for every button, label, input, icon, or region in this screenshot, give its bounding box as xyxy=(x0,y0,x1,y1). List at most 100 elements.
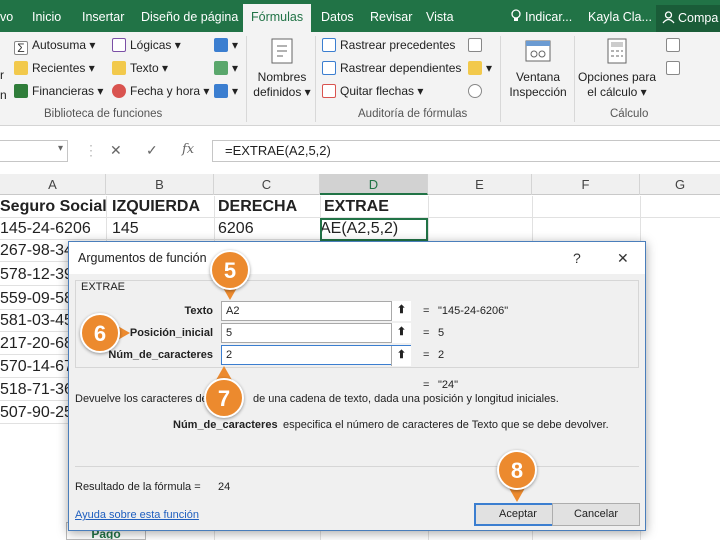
tab-page-layout[interactable]: Diseño de página xyxy=(141,0,238,32)
function-name: EXTRAE xyxy=(81,281,126,293)
insert-function-partial-1[interactable]: r xyxy=(0,66,4,84)
text-functions-button[interactable]: Texto ▾ xyxy=(112,59,168,77)
cell-a2[interactable]: 145-24-6206 xyxy=(0,218,106,240)
function-arguments-dialog: Argumentos de función ? ✕ EXTRAE Texto A… xyxy=(68,241,646,531)
tab-view[interactable]: Vista xyxy=(426,0,454,32)
more-functions-button[interactable]: ▾ xyxy=(214,82,238,100)
help-icon[interactable]: ? xyxy=(573,242,581,274)
lookup-button[interactable]: ▾ xyxy=(214,36,238,54)
arg-help-text: especifica el número de caracteres de Te… xyxy=(283,419,609,431)
enter-icon[interactable]: ✓ xyxy=(146,142,158,159)
chevron-down-icon[interactable]: ▾ xyxy=(58,143,63,154)
cell-a1[interactable]: Seguro Social xyxy=(0,196,106,218)
tell-me-box[interactable]: Indicar... xyxy=(510,0,572,32)
column-header-b[interactable]: B xyxy=(106,174,214,195)
column-header-f[interactable]: F xyxy=(532,174,640,195)
column-header-e[interactable]: E xyxy=(428,174,532,195)
cell-a3[interactable]: 267-98-34 xyxy=(0,240,68,262)
text-icon xyxy=(112,61,126,75)
evaluate-formula-button[interactable] xyxy=(468,82,486,100)
cell-c2[interactable]: 6206 xyxy=(214,218,320,240)
calculate-sheet-icon xyxy=(666,61,680,75)
collapse-dialog-icon[interactable]: ⬆ xyxy=(391,346,411,366)
autosum-button[interactable]: Σ Autosuma ▾ xyxy=(14,36,95,55)
group-label-function-library: Biblioteca de funciones xyxy=(44,108,163,120)
column-header-a[interactable]: A xyxy=(0,174,106,195)
ribbon-separator xyxy=(246,36,247,122)
cell-a4[interactable]: 578-12-39 xyxy=(0,264,68,286)
logical-button[interactable]: Lógicas ▾ xyxy=(112,36,181,54)
formula-input[interactable]: =EXTRAE(A2,5,2) xyxy=(212,140,720,162)
tab-home[interactable]: Inicio xyxy=(32,0,61,32)
arg-input-texto[interactable]: A2 xyxy=(221,301,411,321)
arg-input-num-de-caracteres[interactable]: 2 xyxy=(221,345,411,365)
dialog-title: Argumentos de función xyxy=(69,242,645,274)
fbar-grip-icon: ⋮ xyxy=(84,142,98,158)
function-description-left: Devuelve los caracteres de xyxy=(75,393,208,405)
formula-bar: ▾ ⋮ ✕ ✓ fx =EXTRAE(A2,5,2) xyxy=(0,136,720,166)
watch-window-label-2: Inspección xyxy=(509,85,567,99)
column-header-d[interactable]: D xyxy=(320,174,428,195)
show-formulas-button[interactable] xyxy=(468,36,486,54)
row1-empty-cells[interactable] xyxy=(428,196,720,218)
tab-formulas[interactable]: Fórmulas xyxy=(243,4,312,32)
cell-a10[interactable]: 507-90-25 xyxy=(0,402,68,424)
calculate-sheet-button[interactable] xyxy=(666,59,684,77)
callout-5: 5 xyxy=(210,250,250,290)
cell-c1[interactable]: DERECHA xyxy=(214,196,320,218)
math-button[interactable]: ▾ xyxy=(214,59,238,77)
name-box[interactable]: ▾ xyxy=(0,140,68,162)
cell-b1[interactable]: IZQUIERDA xyxy=(106,196,214,218)
cell-d1[interactable]: EXTRAE xyxy=(320,196,428,218)
column-header-c[interactable]: C xyxy=(214,174,320,195)
close-icon[interactable]: ✕ xyxy=(617,242,629,274)
remove-arrows-icon xyxy=(322,84,336,98)
more-functions-icon xyxy=(214,84,228,98)
error-checking-button[interactable]: ▾ xyxy=(468,59,492,77)
callout-7: 7 xyxy=(204,378,244,418)
watch-window-button[interactable]: Ventana Inspección xyxy=(504,36,572,100)
cell-a9[interactable]: 518-71-36 xyxy=(0,379,68,401)
financial-label: Financieras xyxy=(32,84,95,98)
trace-precedents-button[interactable]: Rastrear precedentes xyxy=(322,36,455,54)
collapse-dialog-icon[interactable]: ⬆ xyxy=(391,301,411,321)
tab-insert[interactable]: Insertar xyxy=(82,0,124,32)
trace-dependents-button[interactable]: Rastrear dependientes xyxy=(322,59,461,77)
column-header-g[interactable]: G xyxy=(640,174,720,195)
group-label-formula-auditing: Auditoría de fórmulas xyxy=(358,108,468,120)
share-button[interactable]: Compa xyxy=(656,5,720,32)
arg-help-name: Núm_de_caracteres xyxy=(173,419,278,431)
help-link[interactable]: Ayuda sobre esta función xyxy=(75,509,199,521)
recent-button[interactable]: Recientes ▾ xyxy=(14,59,95,77)
financial-button[interactable]: Financieras ▾ xyxy=(14,82,103,100)
user-name[interactable]: Kayla Cla... xyxy=(588,0,652,32)
cell-a7[interactable]: 217-20-68 xyxy=(0,333,68,355)
insert-function-partial-2[interactable]: n xyxy=(0,86,7,104)
collapse-dialog-icon[interactable]: ⬆ xyxy=(391,323,411,343)
logical-icon xyxy=(112,38,126,52)
ribbon-tab-bar: vo Inicio Insertar Diseño de página Fórm… xyxy=(0,0,720,32)
defined-names-label-2: definidos ▾ xyxy=(253,85,311,99)
cell-b2[interactable]: 145 xyxy=(106,218,214,240)
tab-review[interactable]: Revisar xyxy=(370,0,412,32)
defined-names-button[interactable]: Nombres definidos ▾ xyxy=(250,36,314,100)
remove-arrows-button[interactable]: Quitar flechas ▾ xyxy=(322,82,423,100)
ok-button[interactable]: Aceptar xyxy=(474,503,562,526)
tab-data[interactable]: Datos xyxy=(321,0,354,32)
cell-a5[interactable]: 559-09-58 xyxy=(0,288,68,310)
cell-a6[interactable]: 581-03-45 xyxy=(0,310,68,332)
calculate-now-button[interactable] xyxy=(666,36,684,54)
function-description-right: de una cadena de texto, dada una posició… xyxy=(253,393,559,405)
callout-8: 8 xyxy=(497,450,537,490)
show-formulas-icon xyxy=(468,38,482,52)
clock-icon xyxy=(112,84,126,98)
date-time-button[interactable]: Fecha y hora ▾ xyxy=(112,82,209,100)
cell-a8[interactable]: 570-14-67 xyxy=(0,356,68,378)
insert-function-icon[interactable]: fx xyxy=(182,142,194,157)
calculation-options-label-1: Opciones para xyxy=(577,70,657,84)
cancel-icon[interactable]: ✕ xyxy=(110,142,122,159)
arg-input-posicion-inicial[interactable]: 5 xyxy=(221,323,411,343)
calculation-options-button[interactable]: Opciones para el cálculo ▾ xyxy=(576,36,658,100)
tab-file[interactable]: vo xyxy=(0,0,13,32)
cancel-button[interactable]: Cancelar xyxy=(552,503,640,526)
